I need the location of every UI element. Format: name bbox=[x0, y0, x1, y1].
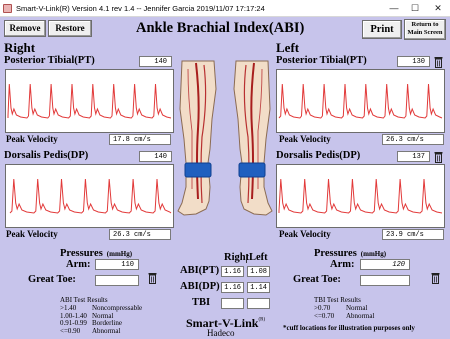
results-left-header: Left bbox=[249, 252, 268, 263]
left-dp-velocity-label: Peak Velocity bbox=[279, 229, 331, 239]
restore-button[interactable]: Restore bbox=[48, 20, 92, 37]
client-area: Remove Restore Ankle Brachial Index(ABI)… bbox=[0, 17, 450, 339]
tbi-legend: >0.70 Normal <=0.70 Abnormal bbox=[314, 304, 375, 321]
left-dp-label: Dorsalis Pedis(DP) bbox=[276, 150, 361, 161]
right-dp-waveform-plot bbox=[5, 164, 174, 228]
right-toe-field[interactable] bbox=[95, 275, 139, 286]
title-bar: Smart-V-Link(R) Version 4.1 rev 1.4 -- J… bbox=[0, 0, 450, 17]
return-label-line2: Main Screen bbox=[407, 29, 443, 36]
right-toe-label: Great Toe: bbox=[28, 274, 76, 285]
right-pt-velocity-label: Peak Velocity bbox=[6, 134, 58, 144]
tbi-right-field[interactable] bbox=[221, 298, 244, 309]
right-pt-pressure-field[interactable]: 140 bbox=[139, 56, 172, 67]
right-dp-label: Dorsalis Pedis(DP) bbox=[4, 150, 89, 161]
right-pressures-unit: (mmHg) bbox=[106, 250, 133, 258]
right-dp-pressure-field[interactable]: 140 bbox=[139, 151, 172, 162]
right-arm-field[interactable]: 110 bbox=[95, 259, 139, 270]
return-label-line1: Return to bbox=[411, 21, 439, 28]
remove-button[interactable]: Remove bbox=[4, 20, 46, 37]
abi-pt-label: ABI(PT) bbox=[180, 265, 220, 276]
minimize-button[interactable]: — bbox=[384, 1, 404, 15]
trash-icon bbox=[148, 273, 157, 284]
left-pressures-unit: (mmHg) bbox=[360, 250, 387, 258]
cuff-note: *cuff locations for illustration purpose… bbox=[283, 324, 415, 332]
left-cuff-icon bbox=[238, 162, 266, 178]
abi-legend-meaning: Abnormal bbox=[92, 326, 121, 335]
abi-dp-right-field[interactable]: 1.16 bbox=[221, 282, 244, 293]
left-dp-pressure-field[interactable]: 137 bbox=[397, 151, 430, 162]
left-pt-waveform-plot bbox=[276, 69, 445, 133]
left-dp-waveform-plot bbox=[276, 164, 445, 228]
left-dp-waveform bbox=[278, 178, 443, 214]
tbi-legend-meaning: Abnormal bbox=[346, 311, 375, 320]
right-cuff-icon bbox=[184, 162, 212, 178]
legs-illustration bbox=[177, 60, 273, 216]
left-pt-velocity-label: Peak Velocity bbox=[279, 134, 331, 144]
right-pt-label: Posterior Tibial(PT) bbox=[4, 55, 95, 66]
abi-dp-left-field[interactable]: 1.14 bbox=[247, 282, 270, 293]
left-pressures-label: Pressures bbox=[314, 248, 357, 259]
app-icon bbox=[3, 4, 12, 13]
abi-legend: >1.40 Noncompressable 1.00-1.40 Normal 0.91-… bbox=[60, 304, 142, 336]
abi-pt-left-field[interactable]: 1.08 bbox=[247, 266, 270, 277]
page-title: Ankle Brachial Index(ABI) bbox=[136, 20, 305, 36]
left-pt-pressure-field[interactable]: 130 bbox=[397, 56, 430, 67]
right-arm-label: Arm: bbox=[66, 259, 91, 270]
tbi-left-field[interactable] bbox=[247, 298, 270, 309]
results-header-divider bbox=[246, 254, 247, 263]
left-pt-velocity-field[interactable]: 26.3 cm/s bbox=[382, 134, 444, 145]
maximize-button[interactable]: ☐ bbox=[405, 1, 425, 15]
left-pt-waveform bbox=[278, 83, 443, 119]
left-arm-field[interactable]: 120 bbox=[360, 259, 410, 270]
brand-sub: Hadeco bbox=[207, 328, 235, 338]
brand-mark: (R) bbox=[258, 317, 266, 323]
abi-legend-range: <=0.90 bbox=[60, 326, 81, 335]
left-toe-field[interactable] bbox=[360, 275, 410, 286]
trash-icon bbox=[434, 152, 443, 163]
left-toe-label: Great Toe: bbox=[293, 274, 341, 285]
waveform-trace bbox=[278, 178, 443, 214]
abi-pt-right-field[interactable]: 1.16 bbox=[221, 266, 244, 277]
close-button[interactable]: ✕ bbox=[428, 1, 448, 15]
right-pt-waveform-plot bbox=[5, 69, 174, 133]
return-main-screen-button[interactable]: Return to Main Screen bbox=[404, 19, 446, 40]
abi-dp-label: ABI(DP) bbox=[180, 281, 220, 292]
left-dp-velocity-field[interactable]: 23.9 cm/s bbox=[382, 229, 444, 240]
abi-legend-title: ABI Test Results bbox=[60, 296, 108, 304]
left-dp-trash-icon[interactable] bbox=[434, 150, 443, 163]
left-heading: Left bbox=[276, 40, 300, 55]
tbi-legend-title: TBI Test Results bbox=[314, 296, 361, 304]
waveform-trace bbox=[9, 178, 172, 214]
abi-legend-row: <=0.90 Abnormal bbox=[60, 326, 142, 336]
right-pt-waveform bbox=[7, 83, 172, 119]
right-dp-velocity-label: Peak Velocity bbox=[6, 229, 58, 239]
tbi-legend-range: <=0.70 bbox=[314, 311, 335, 320]
right-heading: Right bbox=[4, 40, 36, 55]
window-title: Smart-V-Link(R) Version 4.1 rev 1.4 -- J… bbox=[16, 4, 265, 13]
left-pt-trash-icon[interactable] bbox=[434, 55, 443, 68]
right-dp-waveform bbox=[9, 178, 172, 214]
right-pressures-label: Pressures bbox=[60, 248, 103, 259]
print-button[interactable]: Print bbox=[362, 20, 402, 39]
tbi-label: TBI bbox=[192, 297, 211, 308]
waveform-trace bbox=[278, 83, 443, 119]
left-pressure-trash-icon[interactable] bbox=[431, 271, 440, 284]
trash-icon bbox=[431, 273, 440, 284]
tbi-legend-row: <=0.70 Abnormal bbox=[314, 311, 375, 321]
right-pressure-trash-icon[interactable] bbox=[148, 271, 157, 284]
results-left-header-wrap: Left bbox=[246, 252, 270, 263]
right-pt-velocity-field[interactable]: 17.8 cm/s bbox=[109, 134, 171, 145]
right-dp-velocity-field[interactable]: 26.3 cm/s bbox=[109, 229, 171, 240]
left-arm-label: Arm: bbox=[330, 259, 355, 270]
waveform-trace bbox=[7, 83, 172, 119]
left-pt-label: Posterior Tibial(PT) bbox=[276, 55, 367, 66]
trash-icon bbox=[434, 57, 443, 68]
